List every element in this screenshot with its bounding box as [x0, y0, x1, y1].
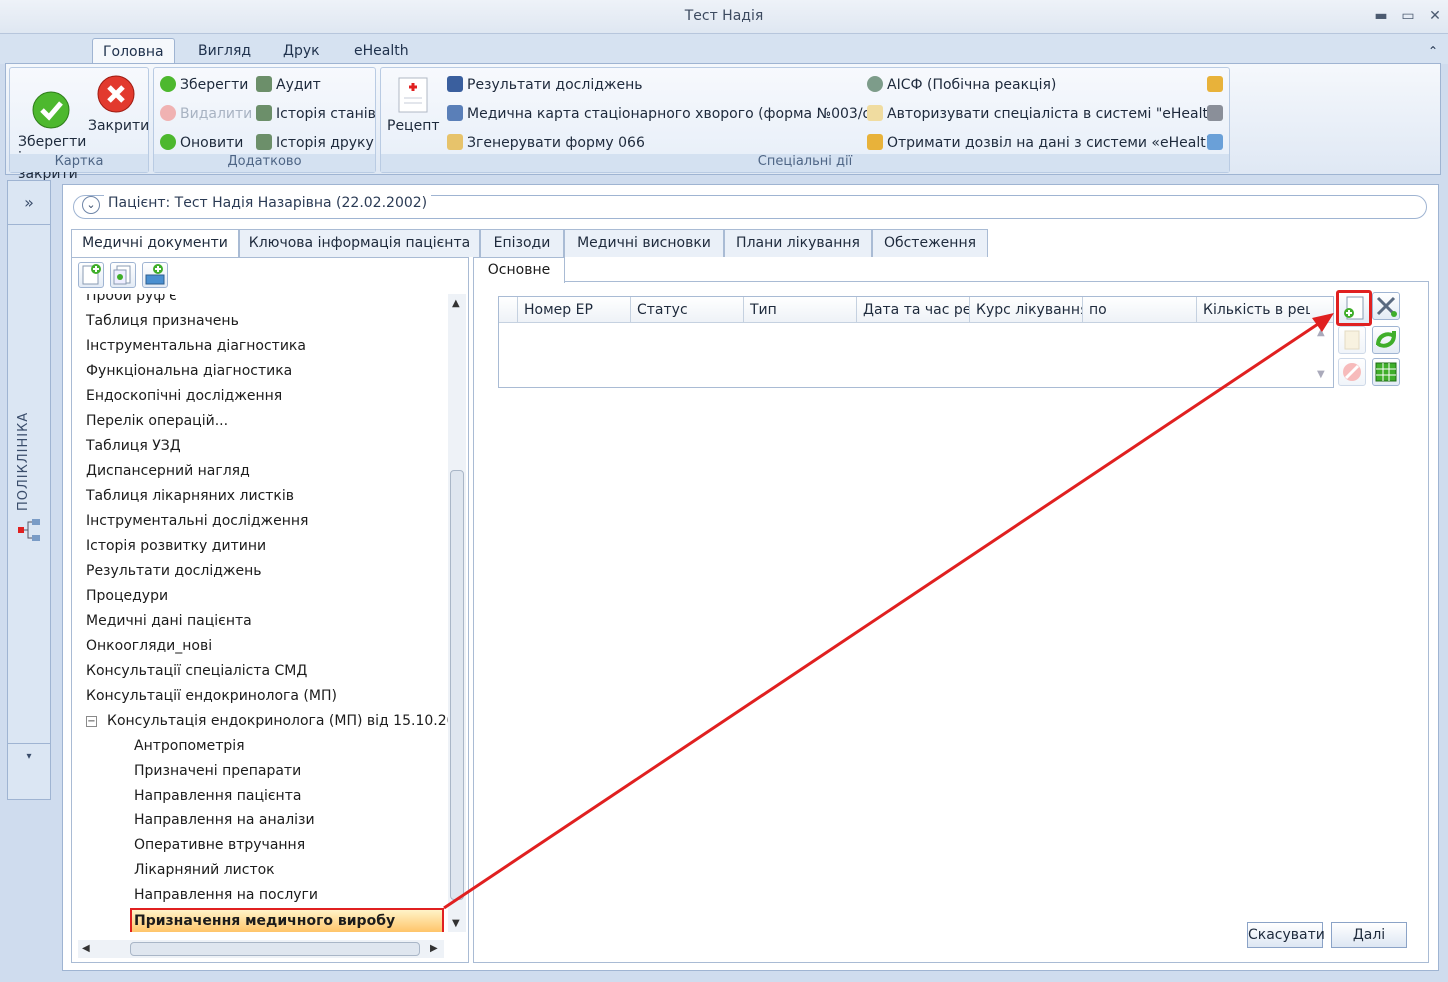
annotation-arrow — [443, 313, 1334, 910]
tab-osnovne[interactable]: Основне — [473, 257, 565, 283]
